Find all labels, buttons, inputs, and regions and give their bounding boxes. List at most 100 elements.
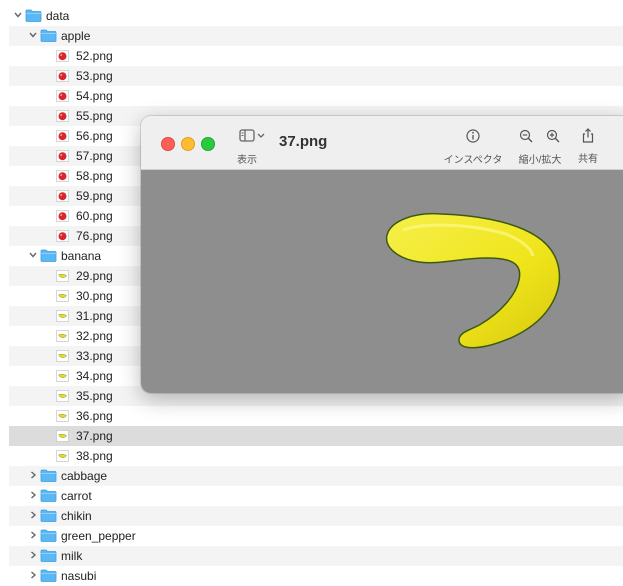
inspector-label: インスペクタ — [443, 155, 503, 166]
share-label: 共有 — [578, 154, 598, 165]
item-label: 60.png — [76, 209, 113, 223]
item-label: milk — [61, 549, 83, 563]
item-label: 55.png — [76, 109, 113, 123]
item-label: 36.png — [76, 409, 113, 423]
item-label: 54.png — [76, 89, 113, 103]
image-file-icon — [56, 270, 69, 282]
minimize-window-button[interactable] — [181, 137, 195, 151]
image-canvas — [141, 170, 623, 393]
item-label: data — [46, 9, 70, 23]
item-label: chikin — [61, 509, 92, 523]
folder-icon — [40, 529, 57, 542]
folder-icon — [40, 569, 57, 582]
folder-icon — [40, 509, 57, 522]
image-file-icon — [56, 70, 69, 82]
folder-icon — [40, 29, 57, 42]
file-row[interactable]: 36.png — [0, 406, 623, 426]
item-label: 35.png — [76, 389, 113, 403]
item-label: 59.png — [76, 189, 113, 203]
file-row[interactable]: 37.png — [0, 426, 623, 446]
zoom-out-icon[interactable] — [519, 129, 533, 143]
folder-icon — [40, 489, 57, 502]
folder-row-milk[interactable]: milk — [0, 546, 623, 566]
item-label: banana — [61, 249, 102, 263]
share-button[interactable]: 共有 — [573, 128, 603, 165]
folder-icon — [40, 469, 57, 482]
item-label: 37.png — [76, 429, 113, 443]
item-label: carrot — [61, 489, 92, 503]
folder-row-nasubi[interactable]: nasubi — [0, 566, 623, 586]
image-file-icon — [56, 210, 69, 222]
item-label: 31.png — [76, 309, 113, 323]
item-label: 33.png — [76, 349, 113, 363]
close-window-button[interactable] — [161, 137, 175, 151]
image-file-icon — [56, 190, 69, 202]
item-label: 58.png — [76, 169, 113, 183]
folder-row-data[interactable]: data — [0, 6, 623, 26]
chevron-right-icon[interactable] — [28, 470, 38, 480]
info-icon — [466, 129, 480, 143]
image-file-icon — [56, 110, 69, 122]
file-row[interactable]: 54.png — [0, 86, 623, 106]
folder-icon — [40, 249, 57, 262]
sidebar-icon — [239, 129, 265, 142]
sidebar-toggle-button[interactable]: 表示 — [236, 129, 268, 166]
zoom-label: 縮小/拡大 — [518, 155, 562, 166]
image-file-icon — [56, 330, 69, 342]
image-file-icon — [56, 430, 69, 442]
file-row[interactable]: 38.png — [0, 446, 623, 466]
chevron-down-icon — [257, 133, 265, 138]
image-file-icon — [56, 350, 69, 362]
item-label: 56.png — [76, 129, 113, 143]
chevron-right-icon[interactable] — [28, 530, 38, 540]
chevron-right-icon[interactable] — [28, 570, 38, 580]
image-file-icon — [56, 370, 69, 382]
image-file-icon — [56, 230, 69, 242]
window-title: 37.png — [279, 133, 328, 150]
image-file-icon — [56, 170, 69, 182]
item-label: 76.png — [76, 229, 113, 243]
zoom-in-icon[interactable] — [546, 129, 560, 143]
file-row[interactable]: 53.png — [0, 66, 623, 86]
image-file-icon — [56, 450, 69, 462]
image-file-icon — [56, 390, 69, 402]
folder-row-green-pepper[interactable]: green_pepper — [0, 526, 623, 546]
item-label: 53.png — [76, 69, 113, 83]
file-row[interactable]: 52.png — [0, 46, 623, 66]
image-file-icon — [56, 310, 69, 322]
item-label: apple — [61, 29, 91, 43]
folder-row-cabbage[interactable]: cabbage — [0, 466, 623, 486]
chevron-right-icon[interactable] — [28, 490, 38, 500]
chevron-right-icon[interactable] — [28, 550, 38, 560]
chevron-down-icon[interactable] — [13, 10, 23, 20]
item-label: cabbage — [61, 469, 108, 483]
folder-icon — [40, 549, 57, 562]
sidebar-toggle-label: 表示 — [237, 155, 257, 166]
image-file-icon — [56, 50, 69, 62]
item-label: nasubi — [61, 569, 97, 583]
folder-row-chikin[interactable]: chikin — [0, 506, 623, 526]
item-label: 32.png — [76, 329, 113, 343]
chevron-right-icon[interactable] — [28, 510, 38, 520]
item-label: 29.png — [76, 269, 113, 283]
folder-row-carrot[interactable]: carrot — [0, 486, 623, 506]
chevron-down-icon[interactable] — [28, 250, 38, 260]
banana-image — [385, 212, 561, 349]
chevron-down-icon[interactable] — [28, 30, 38, 40]
folder-row-apple[interactable]: apple — [0, 26, 623, 46]
image-file-icon — [56, 130, 69, 142]
image-file-icon — [56, 90, 69, 102]
item-label: 38.png — [76, 449, 113, 463]
image-file-icon — [56, 410, 69, 422]
item-label: green_pepper — [61, 529, 136, 543]
inspector-button[interactable]: インスペクタ — [438, 129, 508, 166]
zoom-window-button[interactable] — [201, 137, 215, 151]
item-label: 52.png — [76, 49, 113, 63]
item-label: 34.png — [76, 369, 113, 383]
preview-window: 表示 37.png インスペクタ 縮小/拡大 共有 — [141, 116, 623, 393]
zoom-controls: 縮小/拡大 — [513, 129, 567, 166]
item-label: 30.png — [76, 289, 113, 303]
preview-toolbar: 表示 37.png インスペクタ 縮小/拡大 共有 — [141, 116, 623, 170]
folder-icon — [25, 9, 42, 22]
share-icon — [582, 128, 594, 143]
